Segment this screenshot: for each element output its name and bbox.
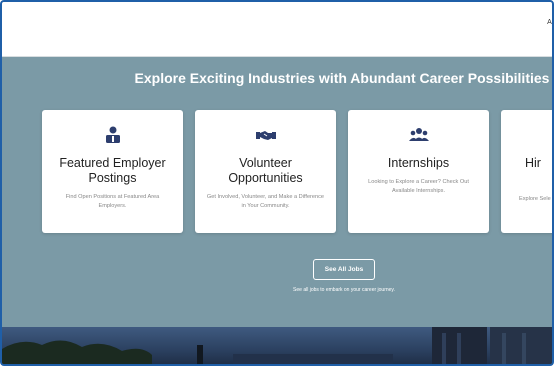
group-icon: [408, 128, 429, 141]
site-header: A: [2, 2, 552, 57]
card-title: Featured Employer Postings: [59, 156, 166, 185]
see-all-jobs-button[interactable]: See All Jobs: [313, 259, 375, 280]
card-title: Internships: [387, 156, 450, 170]
card-description: Explore Sele: [519, 196, 551, 202]
city-photo-image: [2, 327, 552, 364]
card-volunteer[interactable]: Volunteer Opportunities Get Involved, Vo…: [195, 110, 336, 233]
card-title: Hir: [525, 156, 541, 170]
header-nav-link[interactable]: A: [547, 19, 552, 26]
cta-caption: See all jobs to embark on your career jo…: [293, 287, 395, 293]
card-hiring[interactable]: Hir Explore Sele: [501, 110, 552, 233]
hero-title: Explore Exciting Industries with Abundan…: [134, 70, 550, 86]
card-description: Looking to Explore a Career? Check Out A…: [368, 179, 469, 194]
card-description: Get Involved, Volunteer, and Make a Diff…: [206, 194, 325, 209]
handshake-icon: [255, 131, 276, 140]
card-description: Find Open Positions at Featured Area Emp…: [65, 194, 160, 209]
hero-section: Explore Exciting Industries with Abundan…: [2, 57, 552, 327]
browser-frame: A Explore Exciting Industries with Abund…: [0, 0, 554, 366]
employer-icon: [105, 126, 120, 143]
city-photo-banner: [2, 327, 552, 364]
card-featured-employer[interactable]: Featured Employer Postings Find Open Pos…: [42, 110, 183, 233]
card-internships[interactable]: Internships Looking to Explore a Career?…: [348, 110, 489, 233]
card-title: Volunteer Opportunities: [228, 156, 303, 185]
